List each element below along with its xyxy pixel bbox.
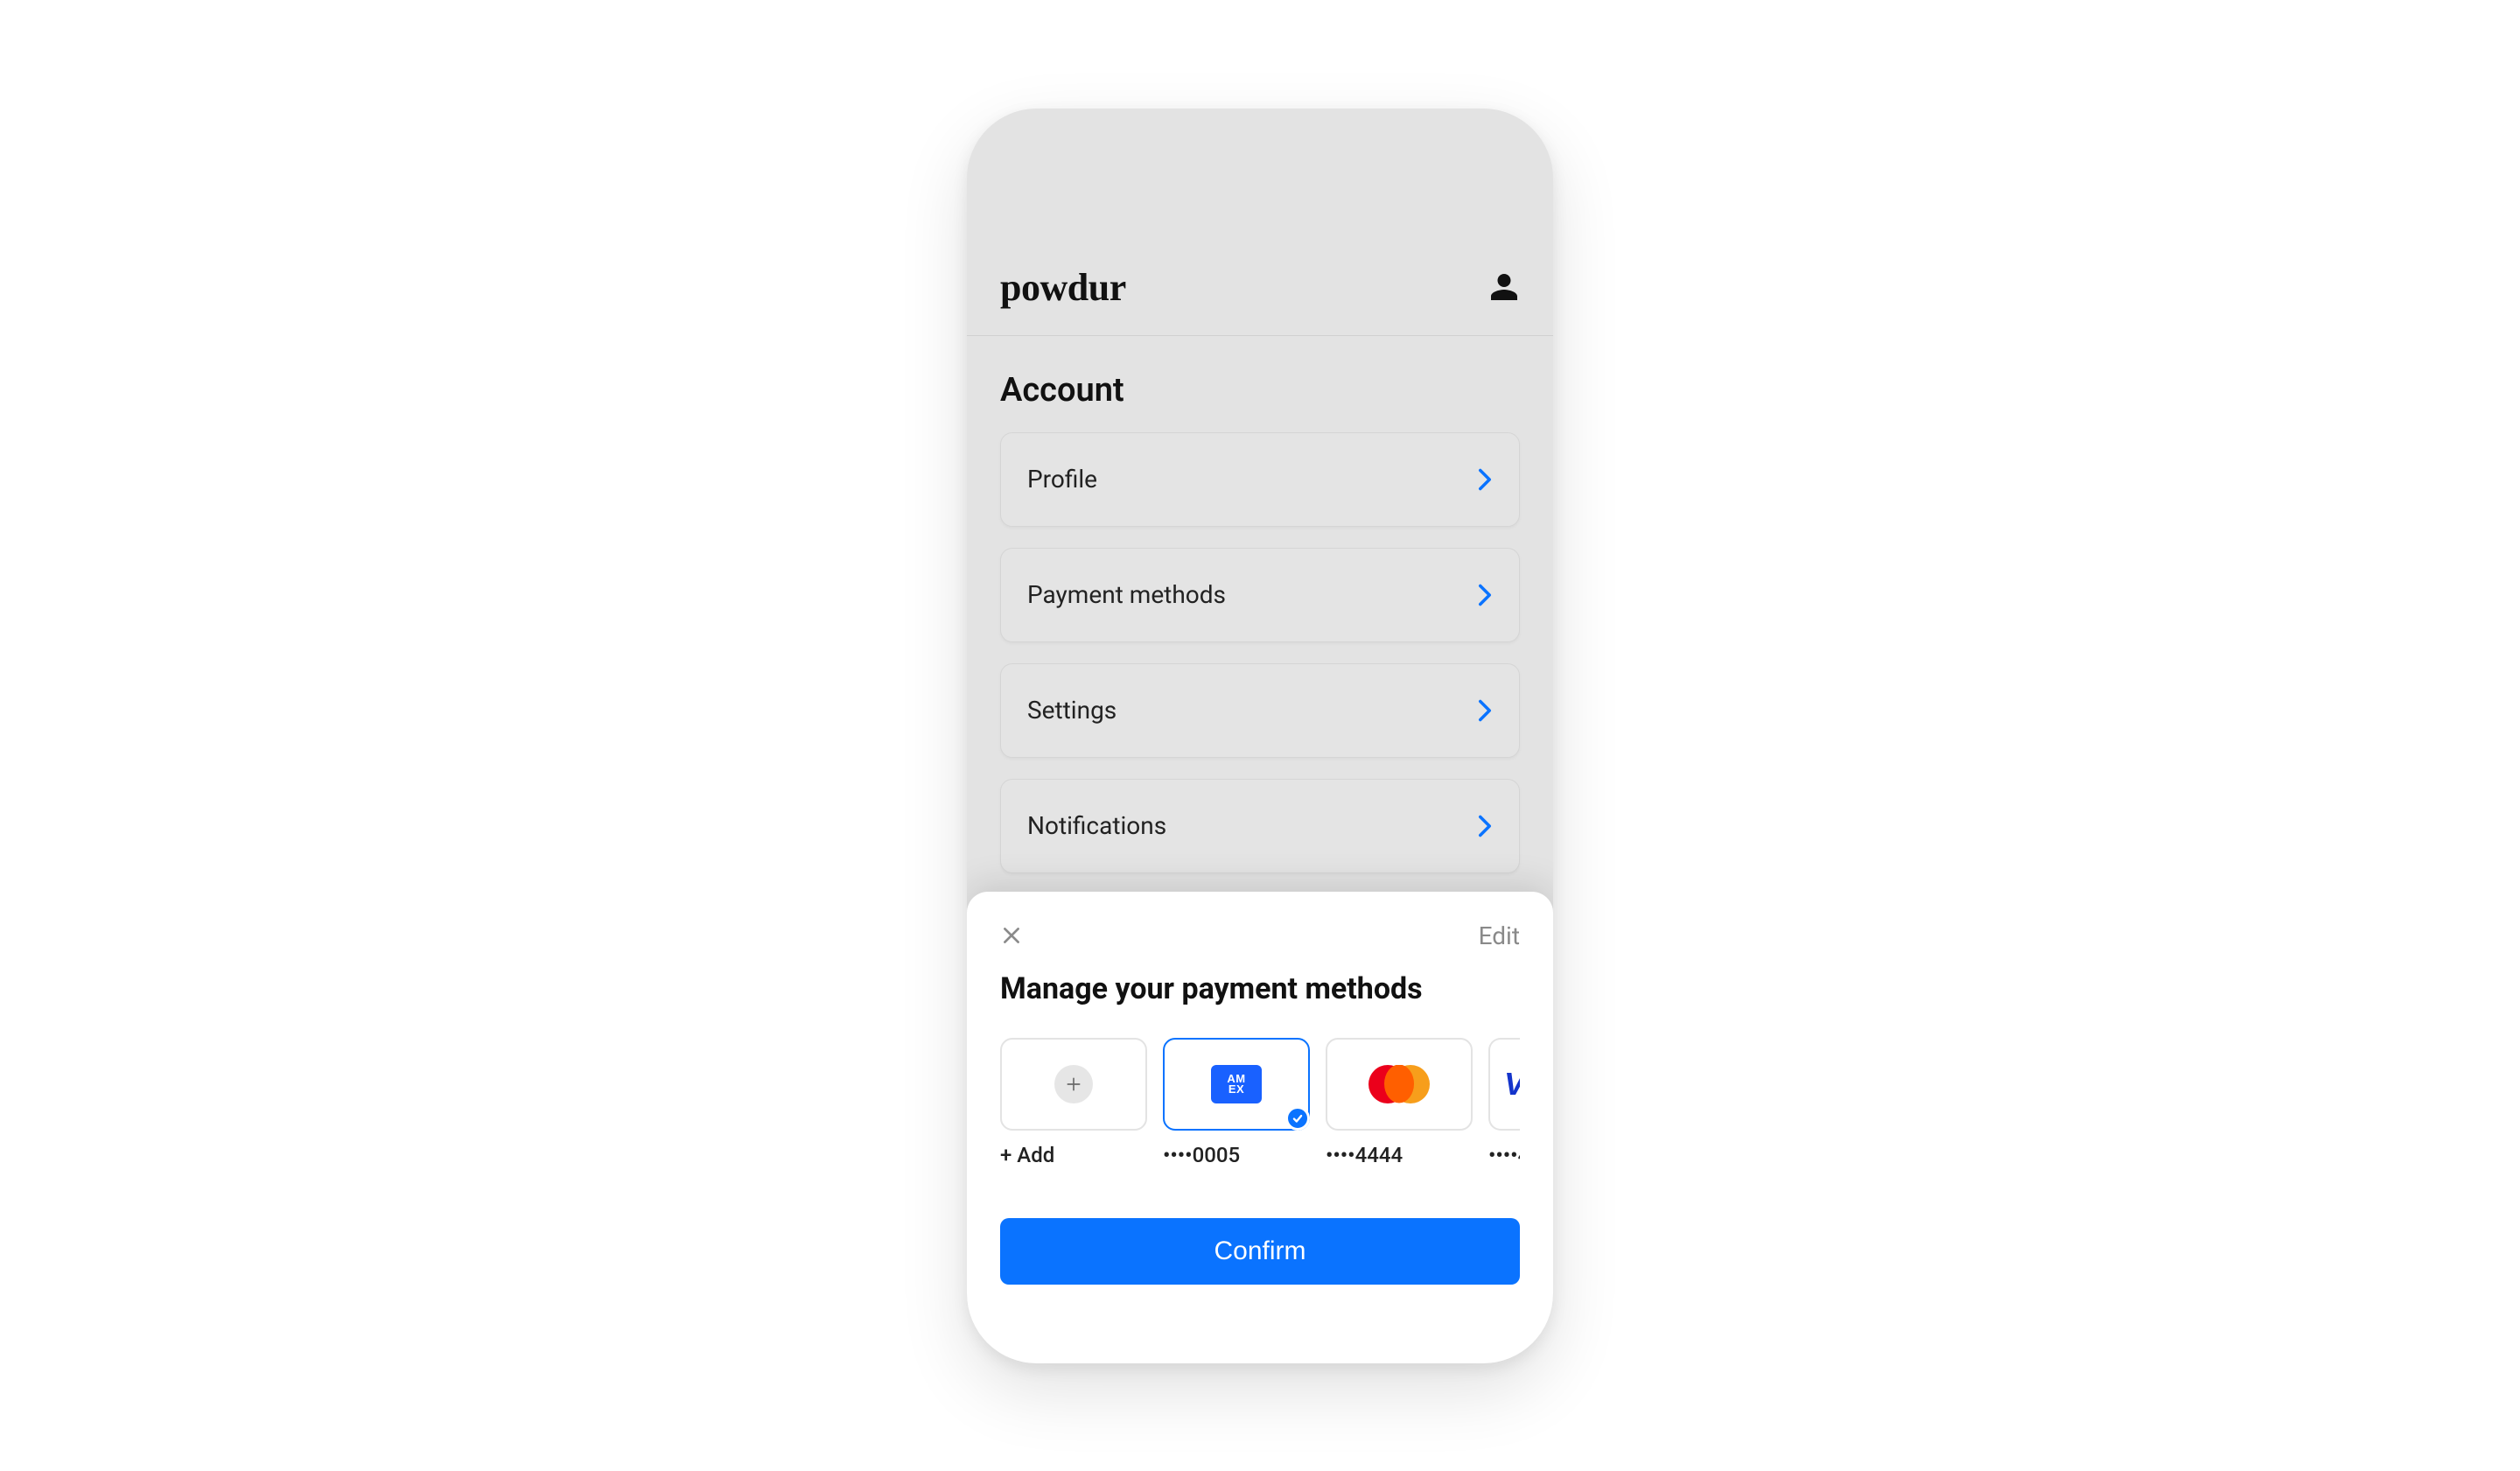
list-item-label: Notifications	[1027, 811, 1166, 840]
add-payment-method[interactable]: + Add	[1000, 1038, 1147, 1167]
account-item-settings[interactable]: Settings	[1000, 663, 1520, 758]
chevron-right-icon	[1477, 698, 1493, 723]
account-item-notifications[interactable]: Notifications	[1000, 779, 1520, 873]
list-item-label: Profile	[1027, 465, 1097, 494]
payment-method-visa[interactable]: V ••••42	[1488, 1038, 1520, 1167]
card-tile[interactable]: AMEX	[1163, 1038, 1310, 1131]
edit-button[interactable]: Edit	[1479, 921, 1520, 950]
page-title: Account	[967, 336, 1553, 432]
plus-icon	[1054, 1065, 1093, 1103]
visa-icon: V	[1504, 1066, 1520, 1103]
phone-frame: powdur Account Profile Payment methods S…	[967, 109, 1553, 1363]
confirm-button-label: Confirm	[1214, 1236, 1306, 1266]
card-last4: ••••0005	[1163, 1143, 1310, 1167]
payment-methods-list: + Add AMEX ••••0005	[1000, 1038, 1520, 1167]
status-bar-spacer	[967, 109, 1553, 240]
add-card-tile[interactable]	[1000, 1038, 1147, 1131]
card-last4: ••••42	[1488, 1143, 1520, 1167]
account-item-profile[interactable]: Profile	[1000, 432, 1520, 527]
chevron-right-icon	[1477, 583, 1493, 607]
mastercard-icon	[1368, 1065, 1430, 1103]
card-last4: ••••4444	[1326, 1143, 1473, 1167]
chevron-right-icon	[1477, 814, 1493, 838]
chevron-right-icon	[1477, 467, 1493, 492]
account-item-payment-methods[interactable]: Payment methods	[1000, 548, 1520, 642]
payment-method-mastercard[interactable]: ••••4444	[1326, 1038, 1473, 1167]
navbar: powdur	[967, 240, 1553, 336]
close-button[interactable]	[1000, 924, 1023, 947]
list-item-label: Settings	[1027, 696, 1116, 725]
selected-check-icon	[1285, 1106, 1310, 1131]
brand-logo: powdur	[1000, 265, 1126, 310]
confirm-button[interactable]: Confirm	[1000, 1218, 1520, 1285]
sheet-title: Manage your payment methods	[1000, 971, 1520, 1006]
amex-icon: AMEX	[1211, 1065, 1262, 1103]
account-icon[interactable]	[1488, 271, 1520, 303]
list-item-label: Payment methods	[1027, 580, 1226, 609]
payment-methods-sheet: Edit Manage your payment methods + Add	[967, 892, 1553, 1363]
card-tile[interactable]	[1326, 1038, 1473, 1131]
add-card-label: + Add	[1000, 1143, 1147, 1167]
account-menu: Profile Payment methods Settings Notific…	[967, 432, 1553, 873]
payment-method-amex[interactable]: AMEX ••••0005	[1163, 1038, 1310, 1167]
sheet-header: Edit	[1000, 921, 1520, 950]
card-tile[interactable]: V	[1488, 1038, 1520, 1131]
